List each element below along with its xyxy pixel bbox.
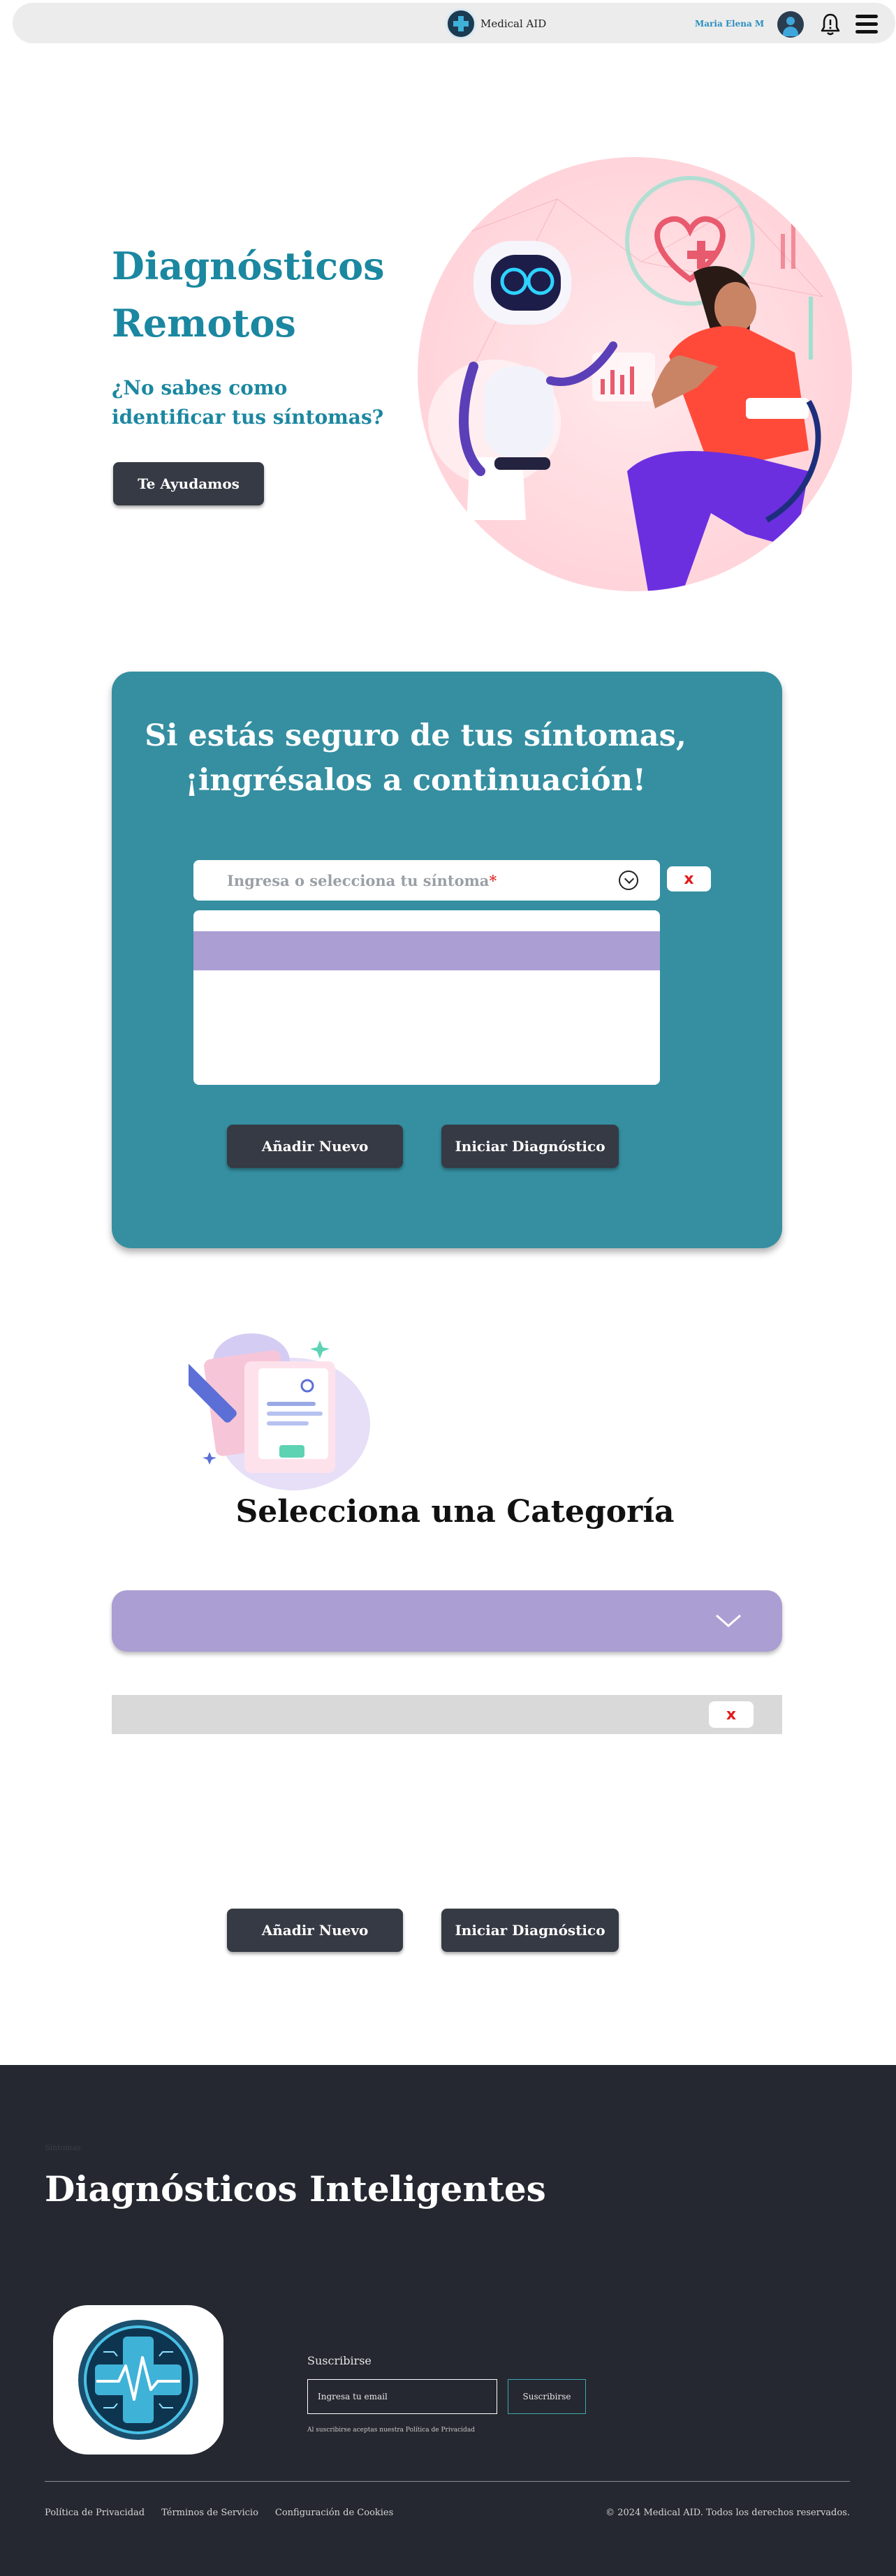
clipboard-pencil-illustration bbox=[170, 1319, 377, 1494]
cookie-settings-link[interactable]: Configuración de Cookies bbox=[275, 2508, 393, 2518]
subscribe-button[interactable]: Suscribirse bbox=[508, 2379, 586, 2414]
medical-cross-logo-icon bbox=[446, 8, 476, 39]
hero-subtitle: ¿No sabes como identificar tus síntomas? bbox=[112, 376, 384, 429]
hero-title: Diagnósticos Remotos bbox=[112, 244, 385, 346]
bell-alert-icon[interactable] bbox=[819, 13, 842, 36]
selected-category-row: x bbox=[112, 1695, 782, 1734]
brand[interactable]: Medical AID bbox=[446, 8, 546, 39]
chevron-down-circle-icon[interactable] bbox=[619, 871, 638, 890]
add-new-symptom-button[interactable]: Añadir Nuevo bbox=[227, 1125, 403, 1168]
clear-category-button[interactable]: x bbox=[709, 1701, 754, 1728]
symptom-panel: Si estás seguro de tus síntomas, ¡ingrés… bbox=[112, 672, 782, 1248]
start-category-diagnosis-button[interactable]: Iniciar Diagnóstico bbox=[441, 1909, 619, 1952]
chevron-down-icon[interactable] bbox=[714, 1606, 743, 1635]
hamburger-menu-icon[interactable] bbox=[855, 15, 878, 34]
footer-tiny-label: Síntomas bbox=[45, 2143, 81, 2152]
start-diagnosis-button[interactable]: Iniciar Diagnóstico bbox=[441, 1125, 619, 1168]
copyright: © 2024 Medical AID. Todos los derechos r… bbox=[605, 2508, 850, 2518]
footer: Síntomas Diagnósticos Inteligentes Suscr… bbox=[0, 2065, 896, 2576]
required-mark: * bbox=[489, 872, 497, 889]
category-title: Selecciona una Categoría bbox=[235, 1494, 675, 1530]
user-avatar-icon[interactable] bbox=[777, 11, 804, 38]
brand-name: Medical AID bbox=[480, 17, 547, 30]
privacy-policy-link[interactable]: Política de Privacidad bbox=[45, 2508, 145, 2518]
help-button[interactable]: Te Ayudamos bbox=[113, 462, 264, 505]
terms-of-service-link[interactable]: Términos de Servicio bbox=[161, 2508, 258, 2518]
add-new-category-button[interactable]: Añadir Nuevo bbox=[227, 1909, 403, 1952]
clear-symptom-button[interactable]: x bbox=[667, 866, 711, 891]
footer-title: Diagnósticos Inteligentes bbox=[45, 2168, 546, 2209]
robot-doctor-illustration bbox=[418, 157, 852, 591]
symptom-input-placeholder: Ingresa o selecciona tu síntoma bbox=[227, 872, 490, 889]
subscribe-label: Suscribirse bbox=[307, 2354, 372, 2367]
symptom-input[interactable]: Ingresa o selecciona tu síntoma* bbox=[193, 860, 660, 901]
subscribe-note: Al suscribirse aceptas nuestra Política … bbox=[307, 2427, 475, 2434]
symptom-panel-title: Si estás seguro de tus síntomas, ¡ingrés… bbox=[145, 718, 686, 798]
email-input[interactable]: Ingresa tu email bbox=[307, 2379, 497, 2414]
user-name[interactable]: Maria Elena M bbox=[695, 19, 764, 29]
footer-divider bbox=[45, 2481, 850, 2482]
top-navbar: Medical AID Maria Elena M bbox=[13, 3, 895, 43]
email-input-placeholder: Ingresa tu email bbox=[318, 2392, 388, 2401]
footer-links: Política de Privacidad Términos de Servi… bbox=[45, 2508, 393, 2518]
category-select[interactable] bbox=[112, 1590, 782, 1652]
medical-aid-logo-icon bbox=[53, 2305, 223, 2455]
highlighted-option[interactable] bbox=[193, 931, 660, 970]
symptom-options-list[interactable] bbox=[193, 910, 660, 1085]
